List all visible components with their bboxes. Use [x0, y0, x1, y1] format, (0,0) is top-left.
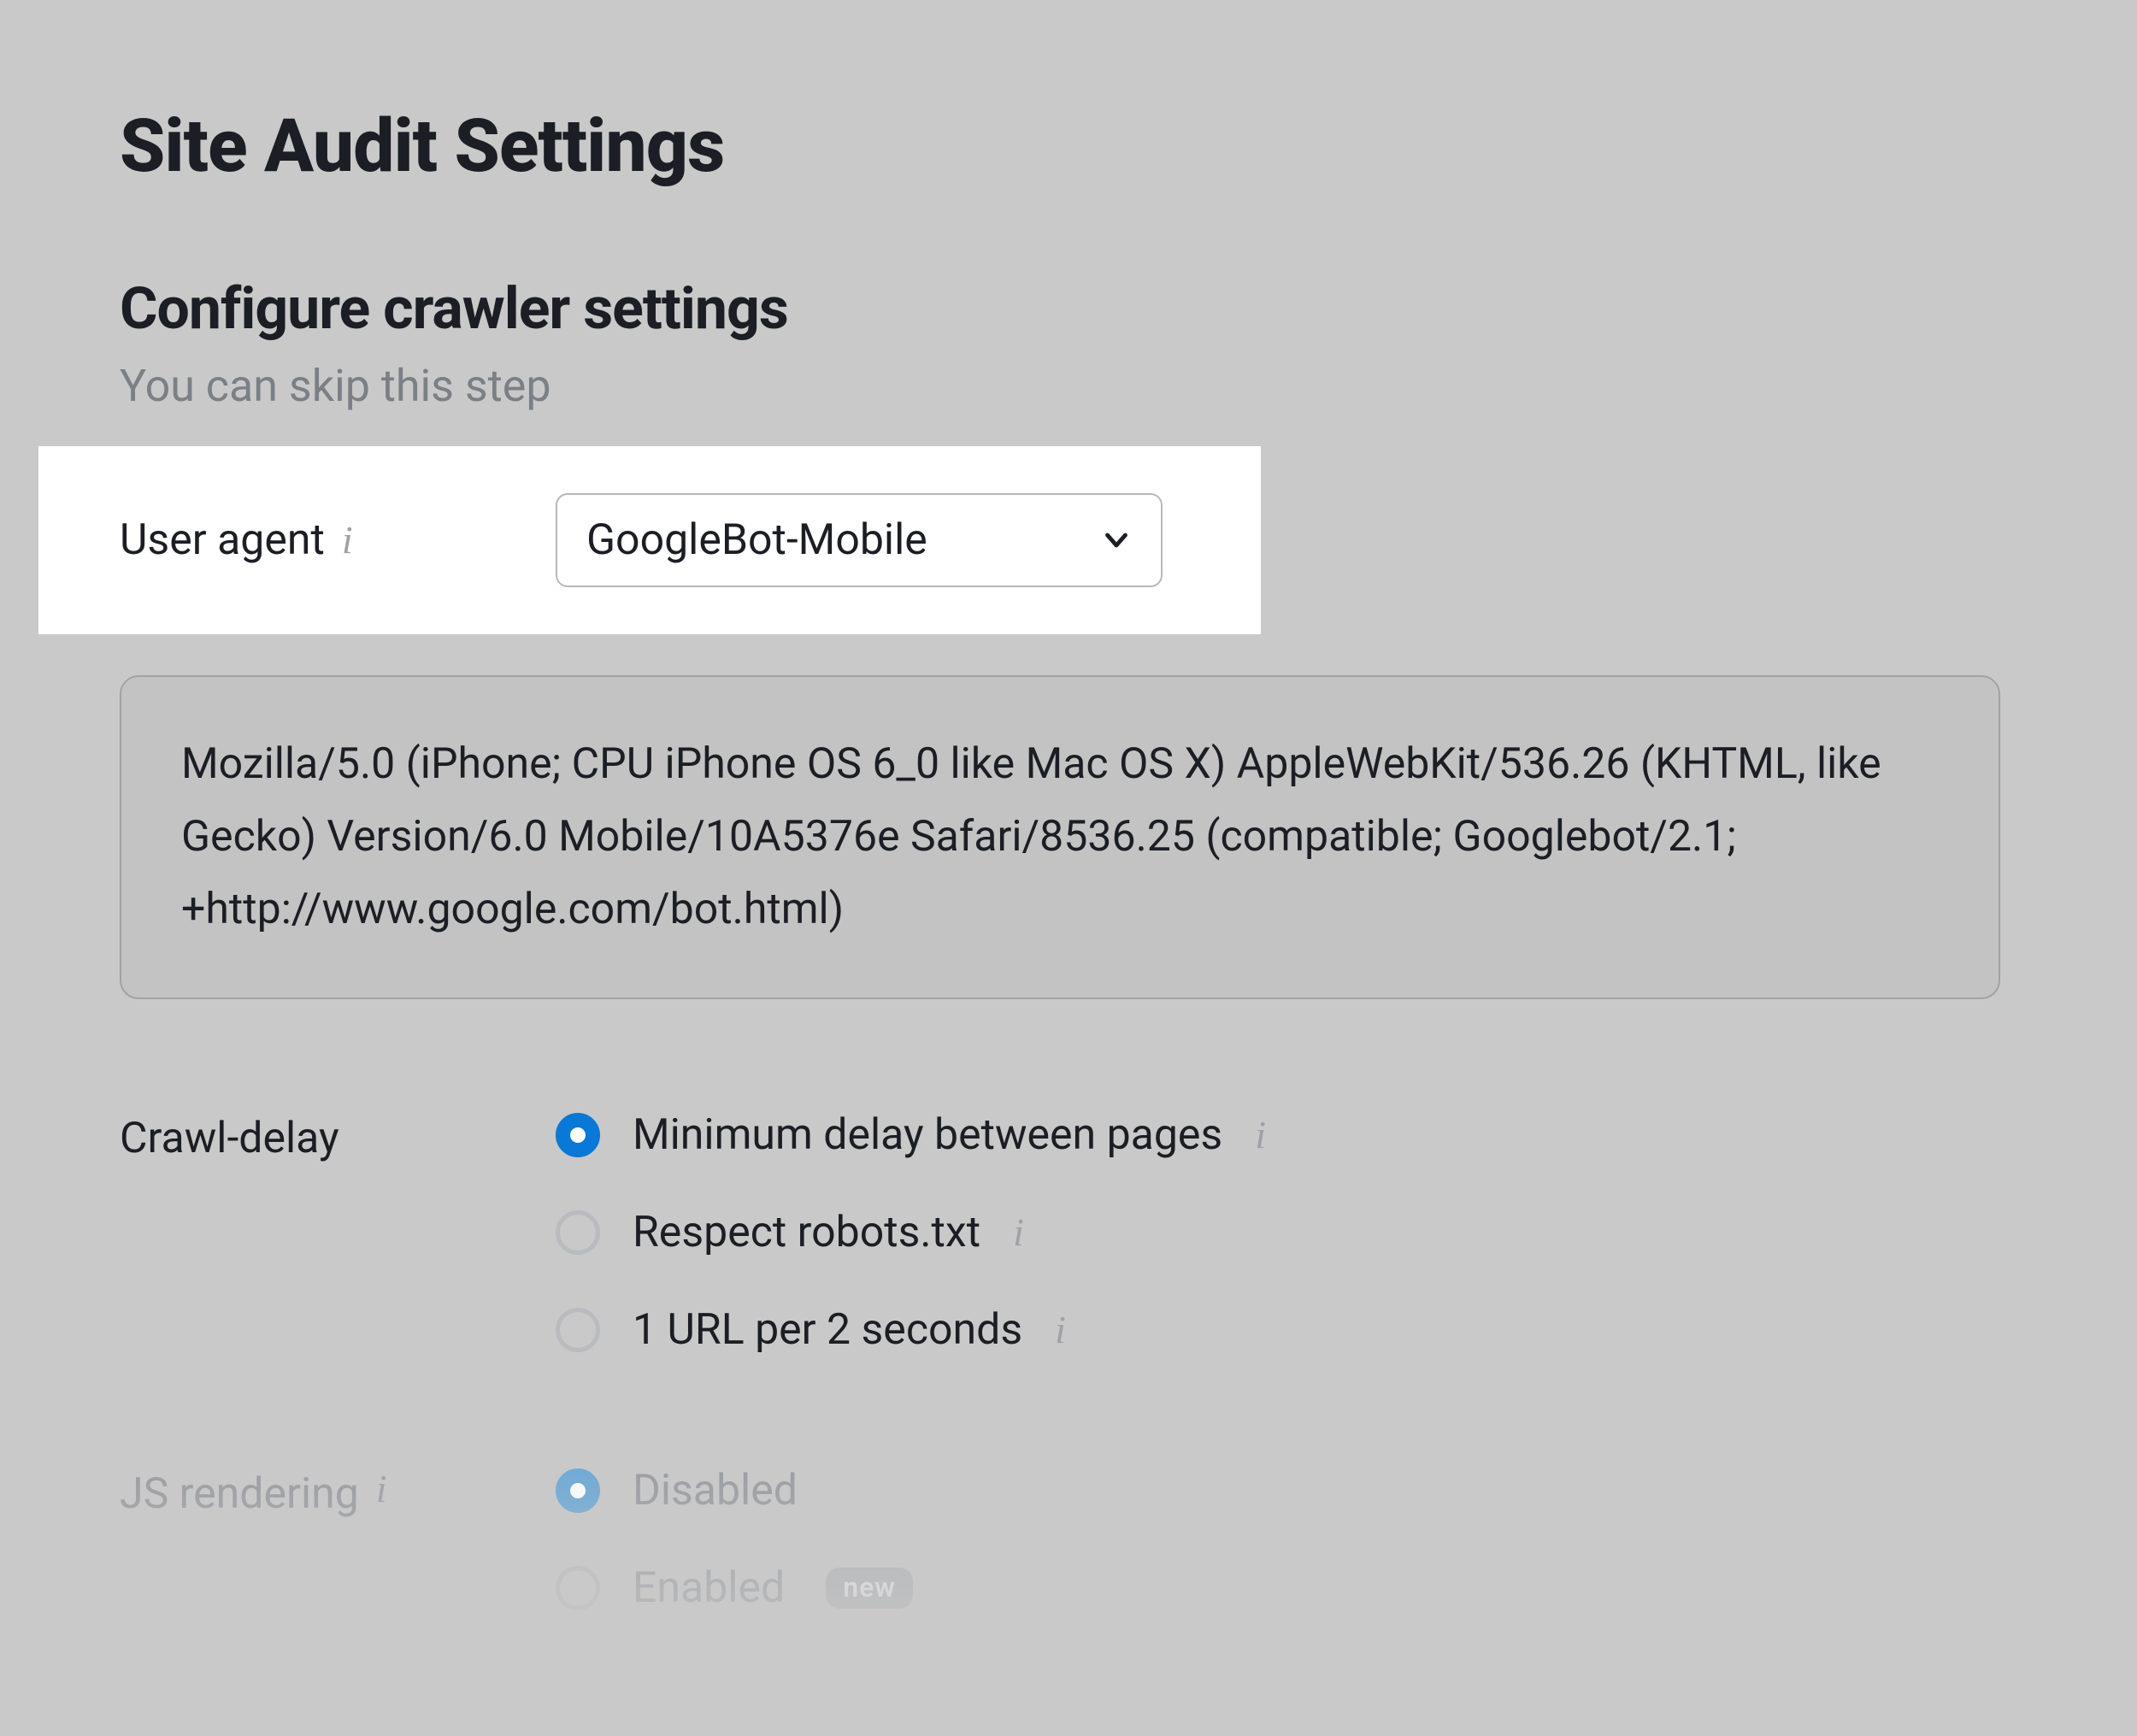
info-icon[interactable]: i: [342, 521, 353, 560]
crawl-delay-label: Crawl-delay: [120, 1110, 556, 1355]
js-rendering-section: JS rendering i Disabled Enabled new: [120, 1466, 2017, 1613]
crawl-delay-section: Crawl-delay Minimum delay between pages …: [120, 1110, 2017, 1355]
new-badge: new: [826, 1568, 913, 1609]
user-agent-string: Mozilla/5.0 (iPhone; CPU iPhone OS 6_0 l…: [120, 675, 2000, 999]
radio-selected-icon: [556, 1113, 600, 1157]
radio-unselected-icon: [556, 1566, 600, 1610]
info-icon[interactable]: i: [1013, 1213, 1024, 1252]
option-label: Enabled: [633, 1563, 785, 1613]
section-subtitle: Configure crawler settings: [120, 274, 2017, 343]
js-rendering-label: JS rendering i: [120, 1466, 556, 1613]
option-label: Respect robots.txt: [633, 1208, 980, 1257]
info-icon[interactable]: i: [376, 1469, 387, 1509]
info-icon[interactable]: i: [1055, 1310, 1066, 1350]
option-label: Minimum delay between pages: [633, 1110, 1222, 1160]
user-agent-row: User agent i GoogleBot-Mobile: [38, 446, 1261, 634]
js-rendering-label-text: JS rendering: [120, 1469, 359, 1519]
user-agent-label-text: User agent: [120, 515, 325, 565]
crawl-delay-option-robots[interactable]: Respect robots.txt i: [556, 1208, 1266, 1257]
user-agent-label: User agent i: [120, 515, 556, 565]
option-label: 1 URL per 2 seconds: [633, 1305, 1022, 1355]
page-title: Site Audit Settings: [120, 103, 2017, 189]
crawl-delay-label-text: Crawl-delay: [120, 1114, 339, 1163]
user-agent-select[interactable]: GoogleBot-Mobile: [556, 493, 1163, 587]
js-rendering-options: Disabled Enabled new: [556, 1466, 913, 1613]
crawl-delay-option-1per2[interactable]: 1 URL per 2 seconds i: [556, 1305, 1266, 1355]
user-agent-select-value: GoogleBot-Mobile: [586, 515, 927, 565]
option-label: Disabled: [633, 1466, 798, 1515]
js-rendering-option-enabled[interactable]: Enabled new: [556, 1563, 913, 1613]
crawl-delay-options: Minimum delay between pages i Respect ro…: [556, 1110, 1266, 1355]
radio-selected-icon: [556, 1468, 600, 1513]
js-rendering-option-disabled[interactable]: Disabled: [556, 1466, 913, 1515]
crawl-delay-option-minimum[interactable]: Minimum delay between pages i: [556, 1110, 1266, 1160]
section-hint: You can skip this step: [120, 360, 2017, 412]
radio-unselected-icon: [556, 1210, 600, 1255]
chevron-down-icon: [1101, 525, 1132, 556]
radio-unselected-icon: [556, 1308, 600, 1352]
info-icon[interactable]: i: [1255, 1115, 1266, 1155]
